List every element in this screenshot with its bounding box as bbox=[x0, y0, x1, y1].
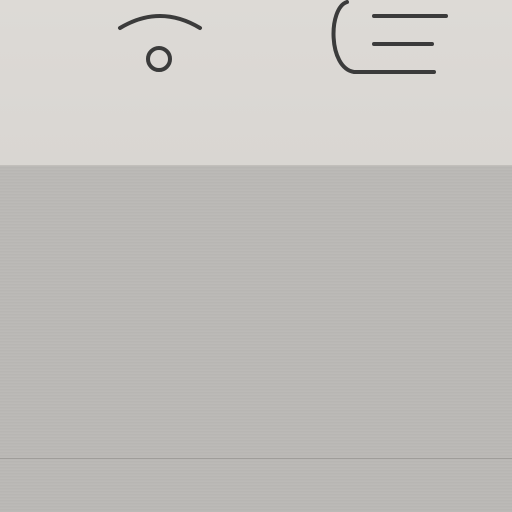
top-bar bbox=[0, 0, 512, 166]
wifi-icon[interactable] bbox=[110, 6, 210, 76]
content-divider bbox=[0, 458, 512, 459]
content-area bbox=[0, 166, 512, 512]
menu-icon[interactable] bbox=[328, 0, 450, 76]
